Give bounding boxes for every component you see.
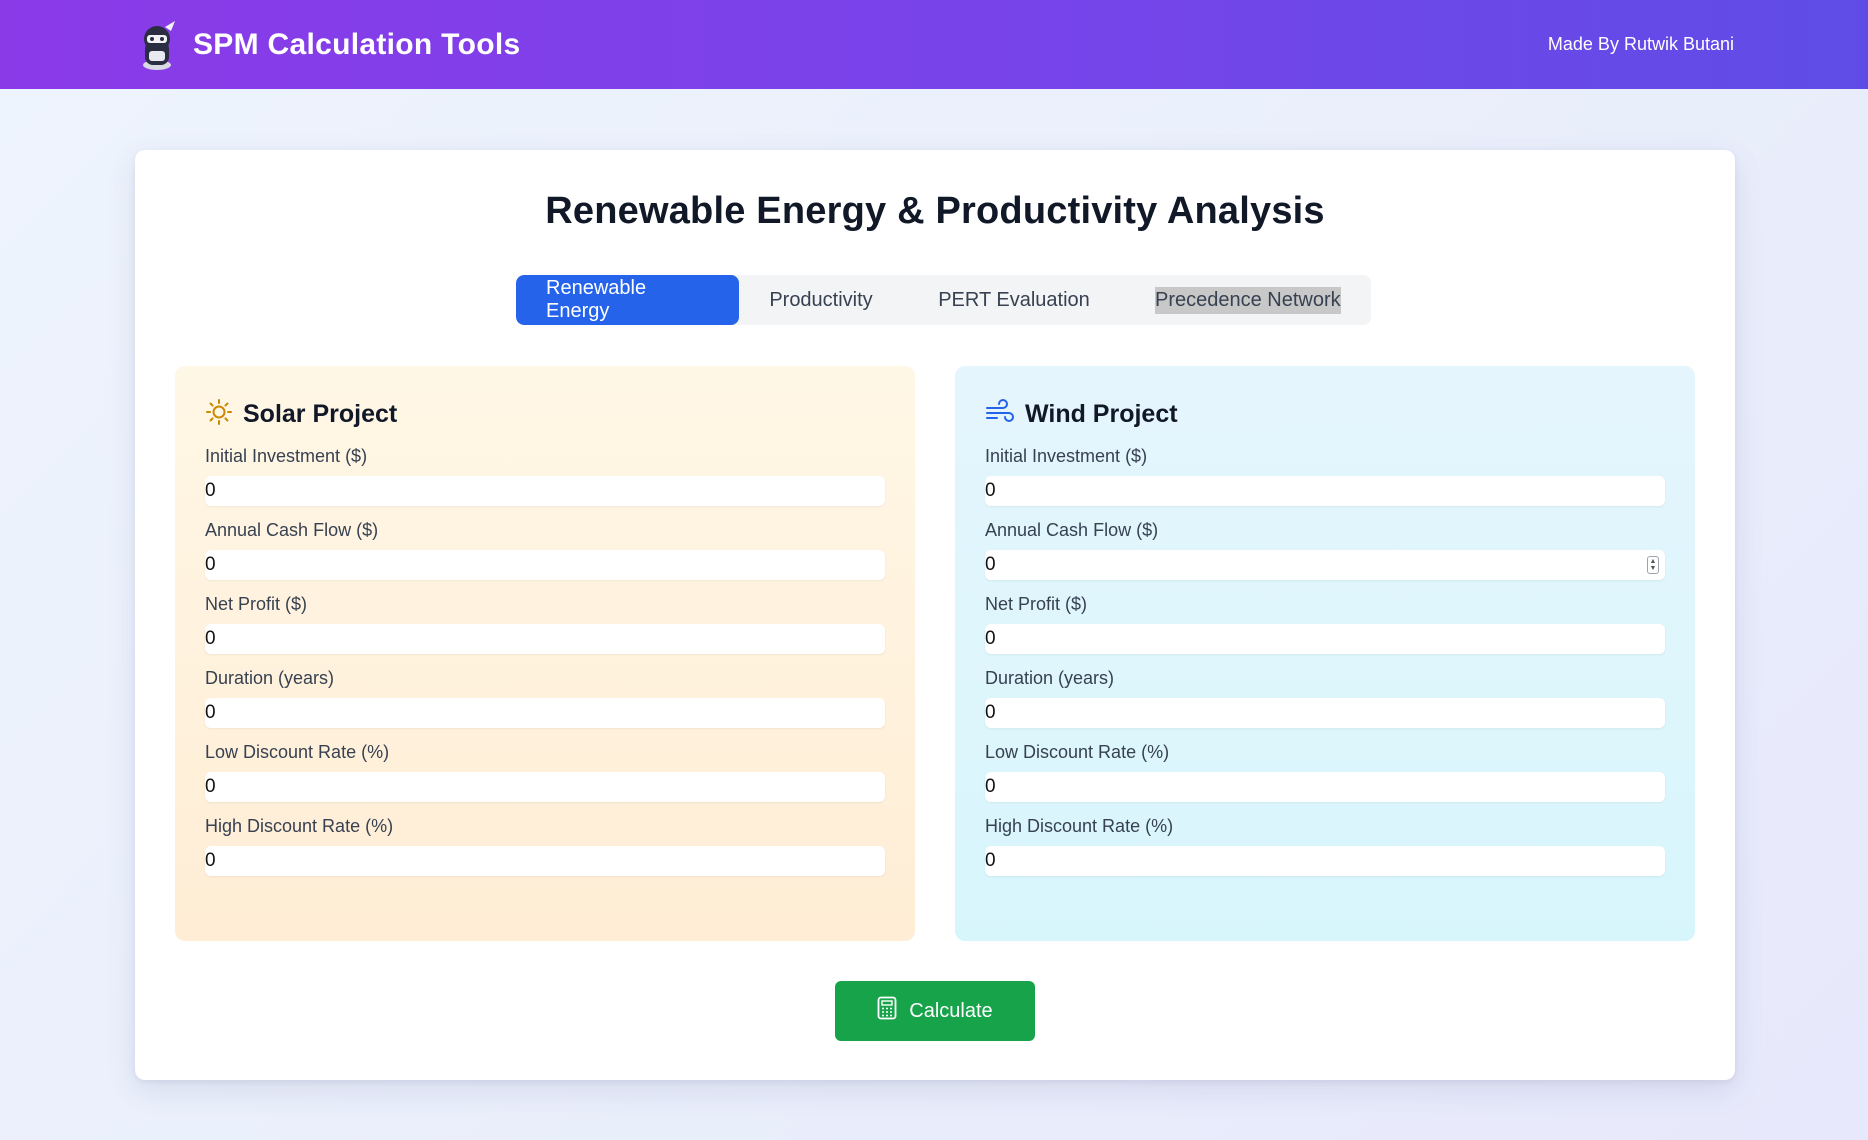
tab-bar: Renewable Energy Productivity PERT Evalu… — [516, 275, 1371, 325]
wind-net-profit-input[interactable]: 0 — [985, 624, 1665, 654]
wind-high-discount-rate-input[interactable]: 0 — [985, 846, 1665, 876]
wind-duration-input[interactable]: 0 — [985, 698, 1665, 728]
solar-duration-input[interactable]: 0 — [205, 698, 885, 728]
field-label: Duration (years) — [205, 668, 335, 688]
input-value: 0 — [985, 480, 996, 501]
wind-high-discount-rate-field: High Discount Rate (%) 0 — [985, 816, 1665, 876]
tab-renewable-energy[interactable]: Renewable Energy — [516, 275, 739, 325]
field-label: Initial Investment ($) — [985, 446, 1148, 466]
solar-net-profit-input[interactable]: 0 — [205, 624, 885, 654]
input-value: 0 — [985, 850, 996, 871]
solar-initial-investment-field: Initial Investment ($) 0 — [205, 446, 885, 506]
wind-net-profit-field: Net Profit ($) 0 — [985, 594, 1665, 654]
tab-productivity[interactable]: Productivity — [739, 275, 903, 325]
app-title: SPM Calculation Tools — [193, 27, 521, 61]
calculator-icon — [877, 996, 897, 1026]
wind-initial-investment-field: Initial Investment ($) 0 — [985, 446, 1665, 506]
input-value: 0 — [205, 628, 216, 649]
field-label: Annual Cash Flow ($) — [985, 520, 1159, 540]
wind-project-panel: Wind Project Initial Investment ($) 0 An… — [955, 366, 1695, 941]
input-value: 0 — [205, 702, 216, 723]
sun-icon — [205, 398, 233, 431]
solar-duration-field: Duration (years) 0 — [205, 668, 885, 728]
tab-precedence-network-label: Precedence Network — [1155, 286, 1341, 314]
wind-icon — [985, 398, 1015, 431]
input-value: 0 — [205, 776, 216, 797]
page-title: Renewable Energy & Productivity Analysis — [545, 190, 1325, 232]
solar-project-panel: Solar Project Initial Investment ($) 0 A… — [175, 366, 915, 941]
field-label: Net Profit ($) — [985, 594, 1088, 614]
field-label: Duration (years) — [985, 668, 1115, 688]
input-value: 0 — [205, 850, 216, 871]
solar-panel-title: Solar Project — [243, 399, 398, 428]
input-value: 0 — [985, 554, 996, 575]
tab-precedence-network[interactable]: Precedence Network — [1125, 275, 1371, 325]
field-label: Annual Cash Flow ($) — [205, 520, 379, 540]
wind-low-discount-rate-field: Low Discount Rate (%) 0 — [985, 742, 1665, 802]
tab-pert-evaluation[interactable]: PERT Evaluation — [903, 275, 1125, 325]
wind-initial-investment-input[interactable]: 0 — [985, 476, 1665, 506]
wind-low-discount-rate-input[interactable]: 0 — [985, 772, 1665, 802]
input-value: 0 — [985, 702, 996, 723]
solar-annual-cash-flow-field: Annual Cash Flow ($) 0 — [205, 520, 885, 580]
field-label: High Discount Rate (%) — [205, 816, 394, 836]
field-label: Net Profit ($) — [205, 594, 308, 614]
top-navbar: SPM Calculation Tools Made By Rutwik But… — [0, 0, 1868, 89]
wind-panel-header: Wind Project — [985, 396, 1665, 432]
solar-initial-investment-input[interactable]: 0 — [205, 476, 885, 506]
calculate-label: Calculate — [909, 999, 993, 1022]
input-value: 0 — [205, 480, 216, 501]
solar-panel-header: Solar Project — [205, 396, 885, 432]
wind-annual-cash-flow-field: Annual Cash Flow ($) 0 ▲ ▼ — [985, 520, 1665, 580]
wind-panel-title: Wind Project — [1025, 399, 1178, 428]
solar-annual-cash-flow-input[interactable]: 0 — [205, 550, 885, 580]
number-spinner-icon[interactable]: ▲ ▼ — [1647, 556, 1659, 574]
wind-duration-field: Duration (years) 0 — [985, 668, 1665, 728]
ninja-logo-icon — [135, 19, 179, 71]
field-label: Low Discount Rate (%) — [205, 742, 390, 762]
wind-annual-cash-flow-input[interactable]: 0 ▲ ▼ — [985, 550, 1665, 580]
input-value: 0 — [985, 628, 996, 649]
brand[interactable]: SPM Calculation Tools — [135, 19, 520, 71]
made-by-text: Made By Rutwik Butani — [1547, 34, 1734, 54]
solar-low-discount-rate-input[interactable]: 0 — [205, 772, 885, 802]
solar-net-profit-field: Net Profit ($) 0 — [205, 594, 885, 654]
field-label: Initial Investment ($) — [205, 446, 368, 466]
main-card: Renewable Energy & Productivity Analysis… — [135, 150, 1735, 1080]
input-value: 0 — [985, 776, 996, 797]
calculate-button[interactable]: Calculate — [835, 981, 1035, 1041]
field-label: Low Discount Rate (%) — [985, 742, 1170, 762]
solar-low-discount-rate-field: Low Discount Rate (%) 0 — [205, 742, 885, 802]
input-value: 0 — [205, 554, 216, 575]
solar-high-discount-rate-field: High Discount Rate (%) 0 — [205, 816, 885, 876]
solar-high-discount-rate-input[interactable]: 0 — [205, 846, 885, 876]
field-label: High Discount Rate (%) — [985, 816, 1174, 836]
